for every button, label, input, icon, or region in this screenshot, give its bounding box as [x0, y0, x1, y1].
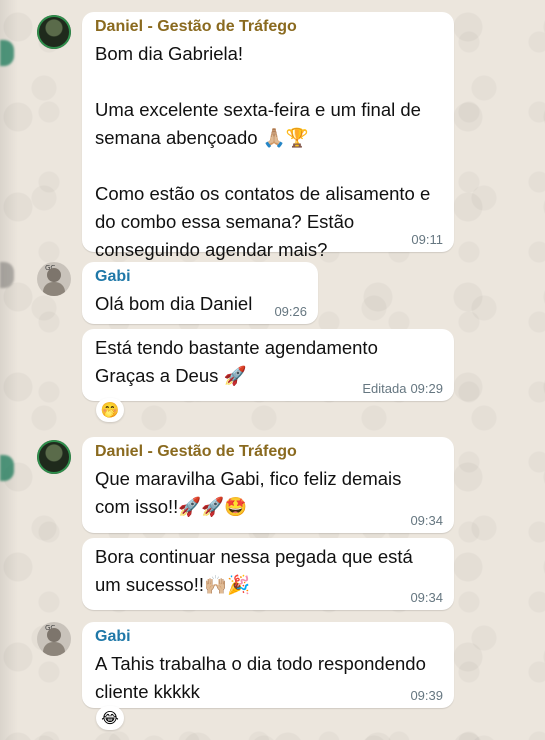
- sender-name[interactable]: Gabi: [95, 628, 444, 646]
- avatar-head: [47, 268, 61, 282]
- message-text: Bom dia Gabriela! Uma excelente sexta-fe…: [95, 43, 431, 260]
- avatar-ring: [37, 440, 71, 474]
- message-bubble[interactable]: Gabi Olá bom dia Daniel 09:26: [82, 262, 318, 324]
- reaction-badge[interactable]: 😂: [96, 706, 124, 730]
- sender-name[interactable]: Daniel - Gestão de Tráfego: [95, 18, 444, 36]
- message-text: Olá bom dia Daniel: [95, 293, 253, 314]
- message-text: Que maravilha Gabi, fico feliz demais co…: [95, 468, 407, 517]
- message-timestamp: 09:29: [410, 381, 443, 396]
- message-timestamp: 09:26: [274, 304, 307, 319]
- message-meta: Editada 09:29: [362, 381, 443, 396]
- avatar-daniel[interactable]: [37, 440, 71, 474]
- avatar-ring: [37, 15, 71, 49]
- sender-name[interactable]: Gabi: [95, 268, 308, 286]
- message-timestamp: 09:11: [411, 232, 443, 247]
- scroll-marker-icon: [0, 262, 14, 288]
- sender-name[interactable]: Daniel - Gestão de Tráfego: [95, 443, 444, 461]
- message-text: Bora continuar nessa pegada que está um …: [95, 546, 418, 595]
- edited-label: Editada: [362, 381, 407, 396]
- avatar-gabi[interactable]: GC: [37, 262, 71, 296]
- message-timestamp: 09:34: [410, 590, 443, 605]
- message-text: A Tahis trabalha o dia todo respondendo …: [95, 653, 431, 702]
- reply-indicator-icon: [0, 455, 14, 481]
- avatar-body: [43, 642, 65, 656]
- message-bubble[interactable]: Daniel - Gestão de Tráfego Que maravilha…: [82, 437, 454, 533]
- avatar-gabi[interactable]: GC: [37, 622, 71, 656]
- message-bubble[interactable]: Bora continuar nessa pegada que está um …: [82, 538, 454, 610]
- avatar-head: [47, 628, 61, 642]
- avatar-daniel[interactable]: [37, 15, 71, 49]
- avatar-body: [43, 282, 65, 296]
- message-timestamp: 09:39: [410, 688, 443, 703]
- reaction-emoji: 😂: [101, 709, 119, 727]
- reaction-badge[interactable]: 🤭: [96, 398, 124, 422]
- message-bubble[interactable]: Está tendo bastante agendamento Graças a…: [82, 329, 454, 401]
- message-bubble[interactable]: Daniel - Gestão de Tráfego Bom dia Gabri…: [82, 12, 454, 260]
- left-edge-shadow: [0, 0, 18, 740]
- message-bubble[interactable]: Gabi A Tahis trabalha o dia todo respond…: [82, 622, 454, 708]
- reply-indicator-icon: [0, 40, 14, 66]
- reaction-emoji: 🤭: [100, 401, 120, 419]
- message-timestamp: 09:34: [410, 513, 443, 528]
